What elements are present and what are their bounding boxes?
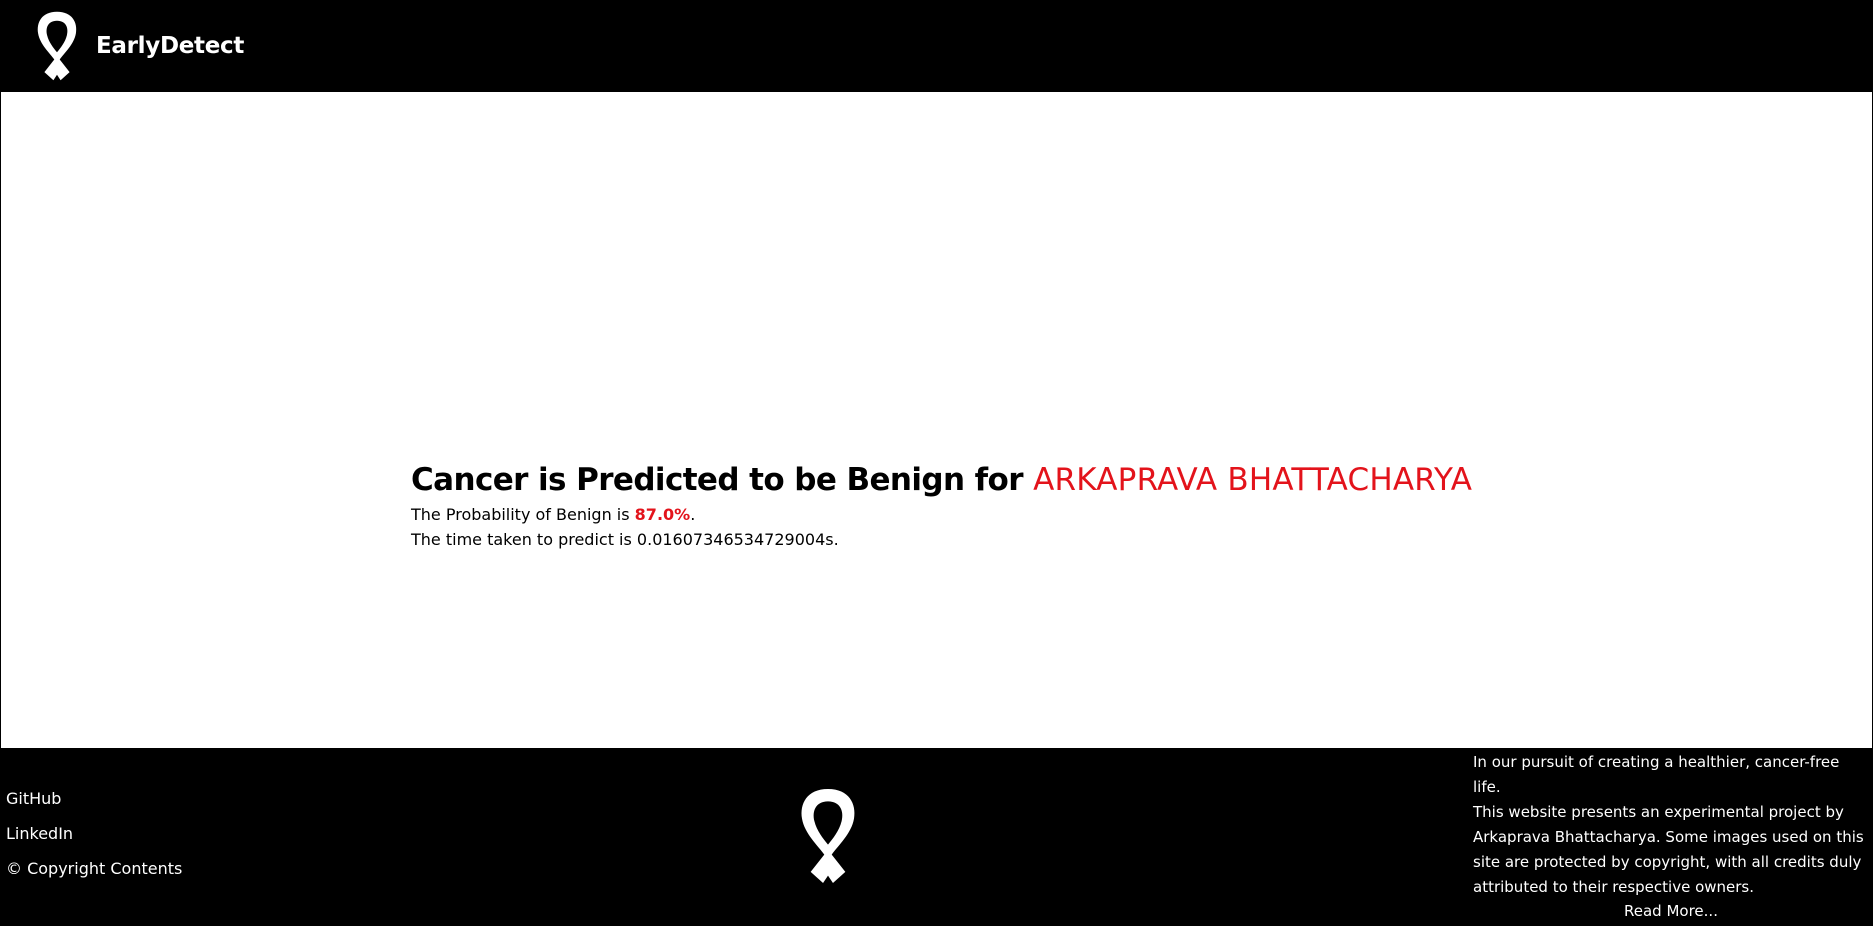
probability-suffix: .: [690, 505, 696, 524]
page: EarlyDetect Cancer is Predicted to be Be…: [0, 0, 1873, 926]
patient-name: ARKAPRAVA BHATTACHARYA: [1033, 462, 1473, 498]
prediction-result: Cancer is Predicted to be Benign for ARK…: [411, 462, 1511, 548]
copyright-link[interactable]: © Copyright Contents: [6, 860, 182, 878]
probability-label: The Probability of Benign is: [411, 505, 635, 524]
awareness-ribbon-icon: [37, 11, 77, 81]
main-content: Cancer is Predicted to be Benign for ARK…: [0, 92, 1873, 748]
about-disclaimer: This website presents an experimental pr…: [1473, 803, 1864, 896]
result-heading: Cancer is Predicted to be Benign for ARK…: [411, 462, 1511, 498]
probability-value: 87.0%: [634, 505, 691, 524]
github-link[interactable]: GitHub: [6, 790, 182, 808]
top-navbar: EarlyDetect: [0, 0, 1873, 92]
prediction-time: The time taken to predict is 0.016073465…: [411, 530, 839, 549]
read-more-link[interactable]: Read More...: [1473, 900, 1869, 922]
awareness-ribbon-icon: [801, 788, 855, 884]
footer-links: GitHub LinkedIn © Copyright Contents: [6, 790, 182, 895]
result-heading-text: Cancer is Predicted to be Benign for: [411, 462, 1034, 498]
probability-line: The Probability of Benign is 87.0%.: [411, 506, 1511, 523]
footer-about: In our pursuit of creating a healthier, …: [1473, 750, 1869, 922]
footer: GitHub LinkedIn © Copyright Contents In …: [0, 748, 1873, 926]
brand-home-link[interactable]: EarlyDetect: [30, 8, 244, 84]
brand-name: EarlyDetect: [96, 33, 245, 59]
about-tagline: In our pursuit of creating a healthier, …: [1473, 753, 1840, 796]
linkedin-link[interactable]: LinkedIn: [6, 825, 182, 843]
